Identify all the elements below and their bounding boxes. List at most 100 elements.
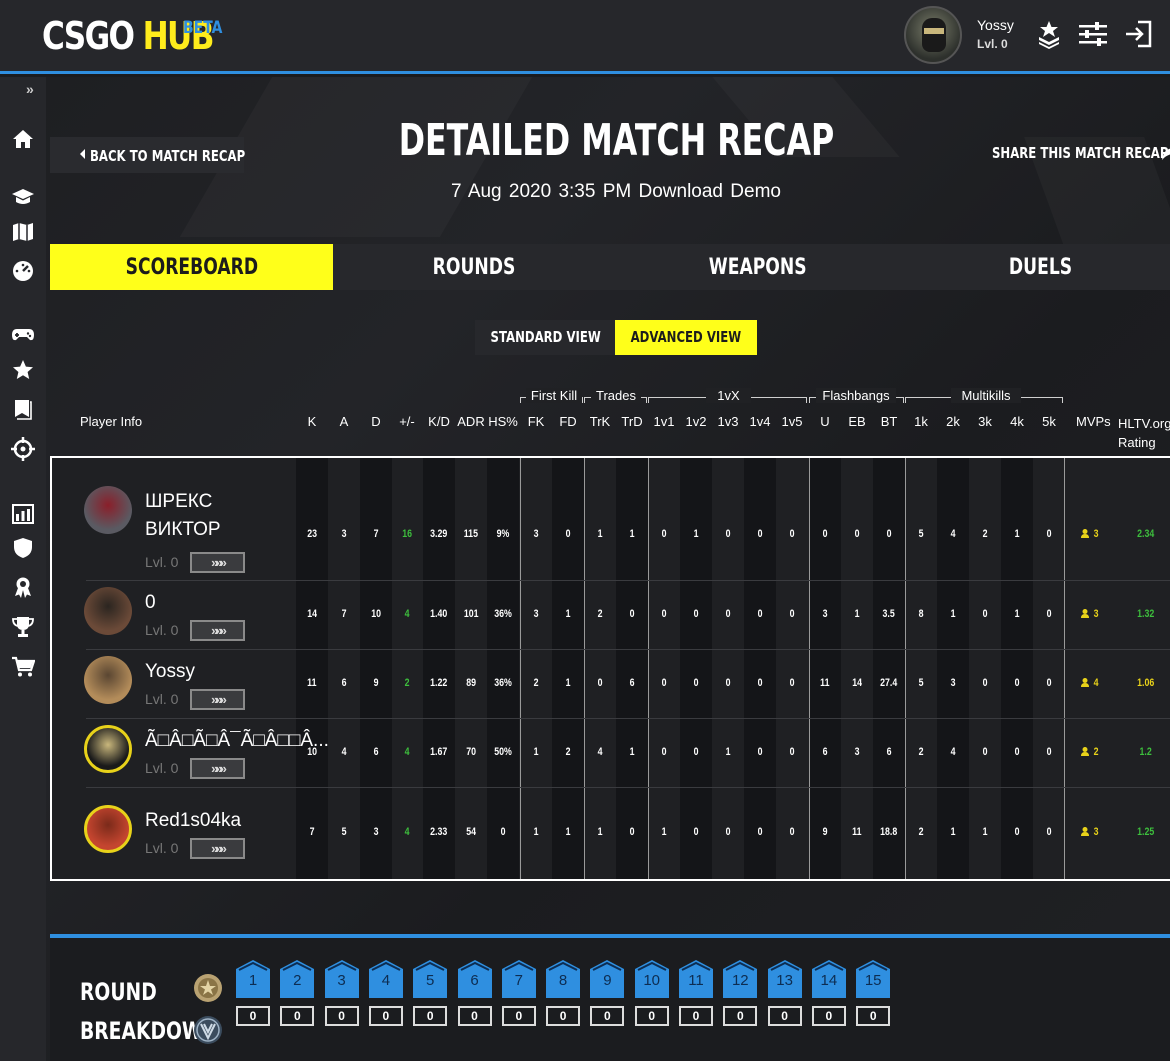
column-header[interactable]: EB xyxy=(841,414,873,429)
column-header[interactable]: 4k xyxy=(1001,414,1033,429)
column-header[interactable]: U xyxy=(809,414,841,429)
stats-bar-chart-icon[interactable] xyxy=(11,502,35,526)
round-badge[interactable]: 14 xyxy=(811,960,846,998)
player-avatar[interactable] xyxy=(84,655,132,704)
player-rank-badge[interactable]: »»» xyxy=(190,688,245,710)
match-time: 3:35 PM xyxy=(558,181,632,202)
player-name[interactable]: 0 xyxy=(145,589,156,617)
shopping-cart-icon[interactable] xyxy=(11,655,35,679)
gamepad-icon[interactable] xyxy=(11,322,35,346)
app-logo[interactable]: CSGO HUB BETA xyxy=(42,14,222,58)
round-breakdown-title-1: ROUND xyxy=(80,978,157,1006)
column-header[interactable]: HLTV.org Rating xyxy=(1118,414,1170,452)
player-avatar[interactable] xyxy=(84,724,132,773)
round-badge[interactable]: 15 xyxy=(856,960,891,998)
trophy-icon[interactable] xyxy=(11,615,35,639)
match-info: 7 Aug 2020 3:35 PM Download Demo xyxy=(46,181,1170,203)
stat-value: 9% xyxy=(496,528,510,540)
column-header[interactable]: 1k xyxy=(905,414,937,429)
column-header[interactable]: +/- xyxy=(391,414,423,429)
round-badge[interactable]: 10 xyxy=(634,960,669,998)
crosshair-icon[interactable] xyxy=(11,437,35,461)
user-avatar[interactable] xyxy=(904,6,962,64)
tab-rounds[interactable]: ROUNDS xyxy=(333,244,616,290)
round-badge[interactable]: 1 xyxy=(236,960,270,998)
table-row[interactable]: 0 Lvl. 0»»» 14 7 10 4 1.40 101 36% 3 1 2 0 0 0 0 0 0 3 1 3.5… xyxy=(52,580,1170,649)
player-name[interactable]: ШРЕКС ВИКТОР xyxy=(145,488,255,544)
column-header[interactable]: HS% xyxy=(487,414,519,429)
standard-view-button[interactable]: STANDARD VIEW xyxy=(475,320,615,355)
column-header[interactable]: 1v2 xyxy=(680,414,712,429)
tab-weapons[interactable]: WEAPONS xyxy=(616,244,899,290)
round-badge[interactable]: 11 xyxy=(679,960,713,998)
rank-chevron-icon[interactable] xyxy=(1034,19,1064,49)
stat-value: 2.33 xyxy=(430,826,448,838)
player-rank-badge[interactable]: »»» xyxy=(190,552,245,573)
download-demo-link[interactable]: Download Demo xyxy=(639,181,781,202)
round-badge[interactable]: 13 xyxy=(767,960,802,998)
round-badge[interactable]: 9 xyxy=(590,960,625,998)
column-header[interactable]: 3k xyxy=(969,414,1001,429)
round-number: 13 xyxy=(776,972,793,989)
round-badge[interactable]: 4 xyxy=(368,960,403,998)
group-label: Trades xyxy=(591,388,641,403)
round-badge[interactable]: 6 xyxy=(457,960,492,998)
stat-cell-2k: 4 xyxy=(937,528,969,540)
column-header[interactable]: 1v5 xyxy=(776,414,808,429)
column-header[interactable]: TrD xyxy=(616,414,648,429)
tab-duels[interactable]: DUELS xyxy=(899,244,1170,290)
column-header[interactable]: D xyxy=(360,414,392,429)
player-rank-badge[interactable]: »»» xyxy=(190,757,245,779)
map-icon[interactable] xyxy=(11,220,35,244)
table-row[interactable]: ШРЕКС ВИКТОР Lvl. 0»»» 23 3 7 16 3.29 115 9% 3 0 1 1… xyxy=(52,458,1170,580)
column-header[interactable]: 1v4 xyxy=(744,414,776,429)
tab-scoreboard[interactable]: SCOREBOARD xyxy=(50,244,333,290)
column-header[interactable]: 2k xyxy=(937,414,969,429)
home-icon[interactable] xyxy=(11,127,35,151)
column-header[interactable]: K/D xyxy=(423,414,455,429)
column-header[interactable]: K xyxy=(296,414,328,429)
player-avatar[interactable] xyxy=(84,805,132,853)
expand-sidebar-icon[interactable]: » xyxy=(26,81,34,97)
column-header[interactable]: 1v1 xyxy=(648,414,680,429)
star-icon[interactable] xyxy=(11,358,35,382)
column-header[interactable]: A xyxy=(328,414,360,429)
round-badge[interactable]: 5 xyxy=(413,960,448,998)
table-row[interactable]: Yossy Lvl. 0 »»» 11 6 9 2 1.22 89 36% 2 1 0 6 0 0 0 0 0 11 1… xyxy=(52,649,1170,718)
award-ribbon-icon[interactable] xyxy=(11,575,35,599)
column-header[interactable]: BT xyxy=(873,414,905,429)
column-header[interactable]: 1v3 xyxy=(712,414,744,429)
column-header[interactable]: ADR xyxy=(455,414,487,429)
player-avatar[interactable] xyxy=(84,486,132,534)
round-number: 5 xyxy=(426,972,435,989)
round-badge[interactable]: 3 xyxy=(324,960,359,998)
settings-sliders-icon[interactable] xyxy=(1078,19,1108,49)
bookmark-book-icon[interactable] xyxy=(11,397,35,421)
round-badge[interactable]: 2 xyxy=(280,960,315,998)
dashboard-gauge-icon[interactable] xyxy=(11,258,35,282)
column-header[interactable]: MVPs xyxy=(1076,414,1111,429)
advanced-view-button[interactable]: ADVANCED VIEW xyxy=(615,320,757,355)
share-match-recap-button[interactable]: SHARE THIS MATCH RECAP xyxy=(992,144,1170,162)
player-name[interactable]: Yossy xyxy=(145,658,195,686)
player-rank-badge[interactable]: »»» xyxy=(190,838,245,859)
logo-csgo: CSGO xyxy=(42,14,135,58)
user-name[interactable]: Yossy xyxy=(977,17,1014,33)
round-score: 0 xyxy=(723,1006,758,1026)
shield-icon[interactable] xyxy=(11,536,35,560)
round-badge[interactable]: 8 xyxy=(546,960,581,998)
table-row[interactable]: Red1s04ka Lvl. 0»»» 7 5 3 4 2.33 54 0 1 1 1 0 1 0 0 0 0 9 1… xyxy=(52,787,1170,879)
player-avatar[interactable] xyxy=(84,586,132,635)
round-badge[interactable]: 12 xyxy=(723,960,758,998)
stat-value: 0 xyxy=(789,676,795,689)
column-header[interactable]: FD xyxy=(552,414,584,429)
round-badge[interactable]: 7 xyxy=(501,960,536,998)
graduation-cap-icon[interactable] xyxy=(11,185,35,209)
player-name[interactable]: Red1s04ka xyxy=(145,807,241,835)
column-header[interactable]: FK xyxy=(520,414,552,429)
column-header[interactable]: TrK xyxy=(584,414,616,429)
column-header[interactable]: 5k xyxy=(1033,414,1065,429)
player-rank-badge[interactable]: »»» xyxy=(190,619,245,641)
table-row[interactable]: Ã□Â□Ã□Â¯Ã□Â□□Â... Lvl. 0»»» 10 4 6 4 1.67 70 50%… xyxy=(52,718,1170,787)
logout-icon[interactable] xyxy=(1124,19,1154,49)
